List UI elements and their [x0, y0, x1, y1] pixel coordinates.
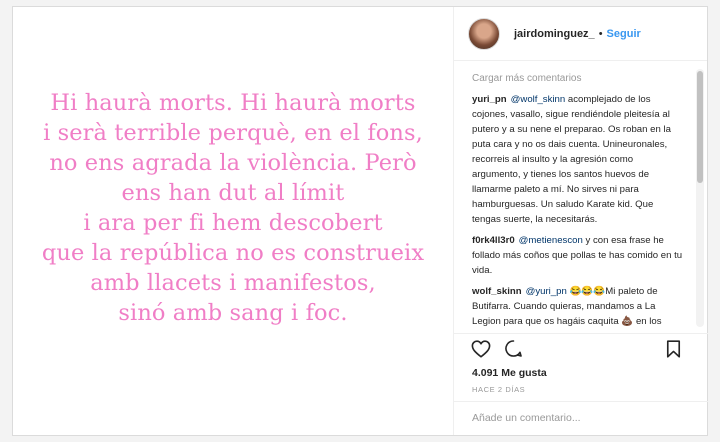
quote-line: sinó amb sang i foc.: [118, 300, 348, 326]
comment-author[interactable]: f0rk4ll3r0: [472, 235, 515, 246]
comments-scrollbar[interactable]: [696, 69, 704, 327]
comment-text: acomplejado de los cojones, vasallo, sig…: [472, 94, 671, 225]
quote-line: amb llacets i manifestos,: [90, 270, 376, 296]
action-bar: [454, 333, 708, 363]
username-link[interactable]: jairdominguez_: [514, 28, 595, 40]
post-sidebar: jairdominguez_ • Seguir Cargar más comen…: [453, 7, 708, 435]
quote-line: i serà terrible perquè, en el fons,: [43, 120, 423, 146]
heart-outline-icon[interactable]: [470, 338, 492, 360]
avatar[interactable]: [468, 17, 500, 50]
post-image: Hi haurà morts. Hi haurà morts i serà te…: [13, 7, 453, 435]
quote-line: i ara per fi hem descobert: [83, 210, 383, 236]
quote-line: no ens agrada la violència. Però: [49, 150, 417, 176]
bookmark-icon[interactable]: [662, 338, 684, 360]
post-timestamp: HACE 2 DÍAS: [472, 385, 526, 394]
comment: f0rk4ll3r0 @metienescon y con esa frase h…: [472, 233, 684, 278]
post-quote: Hi haurà morts. Hi haurà morts i serà te…: [42, 88, 424, 328]
likes-count[interactable]: 4.091 Me gusta: [472, 367, 547, 379]
quote-line: que la república no es construeix: [41, 240, 425, 266]
post-header: jairdominguez_ • Seguir: [454, 7, 707, 61]
comment: yuri_pn @wolf_skinn acomplejado de los co…: [472, 92, 684, 227]
quote-line: ens han dut al límit: [121, 180, 345, 206]
separator-dot: •: [598, 27, 603, 40]
scrollbar-thumb[interactable]: [697, 71, 703, 183]
follow-button[interactable]: Seguir: [607, 28, 641, 40]
comment: wolf_skinn @yuri_pn 😂😂😂Mi paleto de Butif…: [472, 284, 684, 329]
comment-author[interactable]: yuri_pn: [472, 94, 507, 105]
comment-mention[interactable]: @yuri_pn: [526, 286, 567, 297]
comment-mention[interactable]: @wolf_skinn: [511, 94, 566, 105]
speech-bubble-icon[interactable]: [502, 338, 524, 360]
quote-line: Hi haurà morts. Hi haurà morts: [50, 90, 416, 116]
comment-mention[interactable]: @metienescon: [519, 235, 583, 246]
comment-author[interactable]: wolf_skinn: [472, 286, 522, 297]
add-comment-input[interactable]: Añade un comentario...: [454, 401, 708, 435]
post-frame: Hi haurà morts. Hi haurà morts i serà te…: [12, 6, 708, 436]
load-more-comments-link[interactable]: Cargar más comentarios: [472, 73, 684, 84]
comments-list[interactable]: Cargar más comentarios yuri_pn @wolf_skin…: [454, 67, 692, 329]
